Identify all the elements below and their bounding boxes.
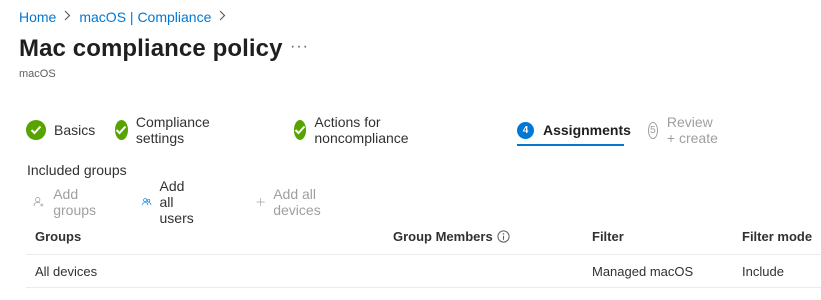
step-number-badge: 4 bbox=[517, 121, 534, 139]
checkmark-icon bbox=[294, 120, 307, 140]
checkmark-icon bbox=[115, 120, 128, 140]
plus-icon bbox=[256, 197, 265, 207]
page: Home macOS | Compliance Mac compliance p… bbox=[0, 0, 821, 300]
step-label: Compliance settings bbox=[135, 114, 210, 146]
more-options-button[interactable]: ··· bbox=[290, 38, 309, 56]
step-label: Basics bbox=[54, 122, 96, 138]
page-title: Mac compliance policy bbox=[19, 35, 283, 62]
add-groups-label: Add groups bbox=[53, 186, 97, 218]
step-label: Review + create bbox=[666, 114, 718, 146]
column-header-group-members[interactable]: Group Members bbox=[393, 229, 510, 244]
group-cell: All devices bbox=[35, 264, 98, 279]
add-groups-button[interactable]: Add groups bbox=[33, 186, 102, 218]
step-number-badge: 5 bbox=[648, 121, 658, 139]
checkmark-icon bbox=[26, 120, 46, 140]
step-label: Actions for noncompliance bbox=[314, 114, 409, 146]
step-assignments[interactable]: 4 Assignments bbox=[517, 119, 631, 141]
add-all-devices-label: Add all devices bbox=[273, 186, 321, 218]
add-all-users-label: Add all users bbox=[159, 178, 194, 226]
breadcrumb-compliance-link[interactable]: macOS | Compliance bbox=[79, 9, 211, 25]
step-review-create: 5 Review + create bbox=[648, 114, 720, 146]
column-header-filter-mode[interactable]: Filter mode bbox=[742, 229, 812, 244]
step-actions-for-noncompliance[interactable]: Actions for noncompliance bbox=[294, 114, 416, 146]
step-label: Assignments bbox=[543, 122, 631, 138]
breadcrumb-home-link[interactable]: Home bbox=[19, 9, 56, 25]
column-header-label: Groups bbox=[35, 229, 82, 244]
column-header-groups[interactable]: Groups bbox=[35, 229, 81, 244]
chevron-right-icon bbox=[219, 10, 226, 24]
included-groups-label: Included groups bbox=[27, 162, 127, 178]
column-header-label: Filter mode bbox=[742, 229, 813, 244]
chevron-right-icon bbox=[64, 10, 71, 24]
column-header-label: Filter bbox=[592, 229, 624, 244]
breadcrumb: Home macOS | Compliance bbox=[19, 9, 234, 25]
filter-mode-cell: Include bbox=[742, 264, 784, 279]
info-icon[interactable] bbox=[497, 230, 510, 243]
active-step-indicator bbox=[517, 144, 624, 146]
table-row[interactable]: All devices Managed macOS Include bbox=[26, 255, 821, 288]
filter-cell[interactable]: Managed macOS bbox=[592, 264, 693, 279]
add-all-users-button[interactable]: Add all users bbox=[142, 178, 202, 226]
add-all-devices-button[interactable]: Add all devices bbox=[256, 186, 327, 218]
column-header-filter[interactable]: Filter bbox=[592, 229, 624, 244]
column-header-label: Group Members bbox=[393, 229, 493, 244]
groups-table-header: Groups Group Members Filter Filter mode bbox=[26, 222, 821, 255]
step-basics[interactable]: Basics bbox=[26, 119, 95, 141]
add-person-icon bbox=[33, 197, 44, 207]
people-icon bbox=[142, 198, 152, 206]
step-compliance-settings[interactable]: Compliance settings bbox=[115, 114, 217, 146]
page-subtitle: macOS bbox=[19, 68, 56, 80]
